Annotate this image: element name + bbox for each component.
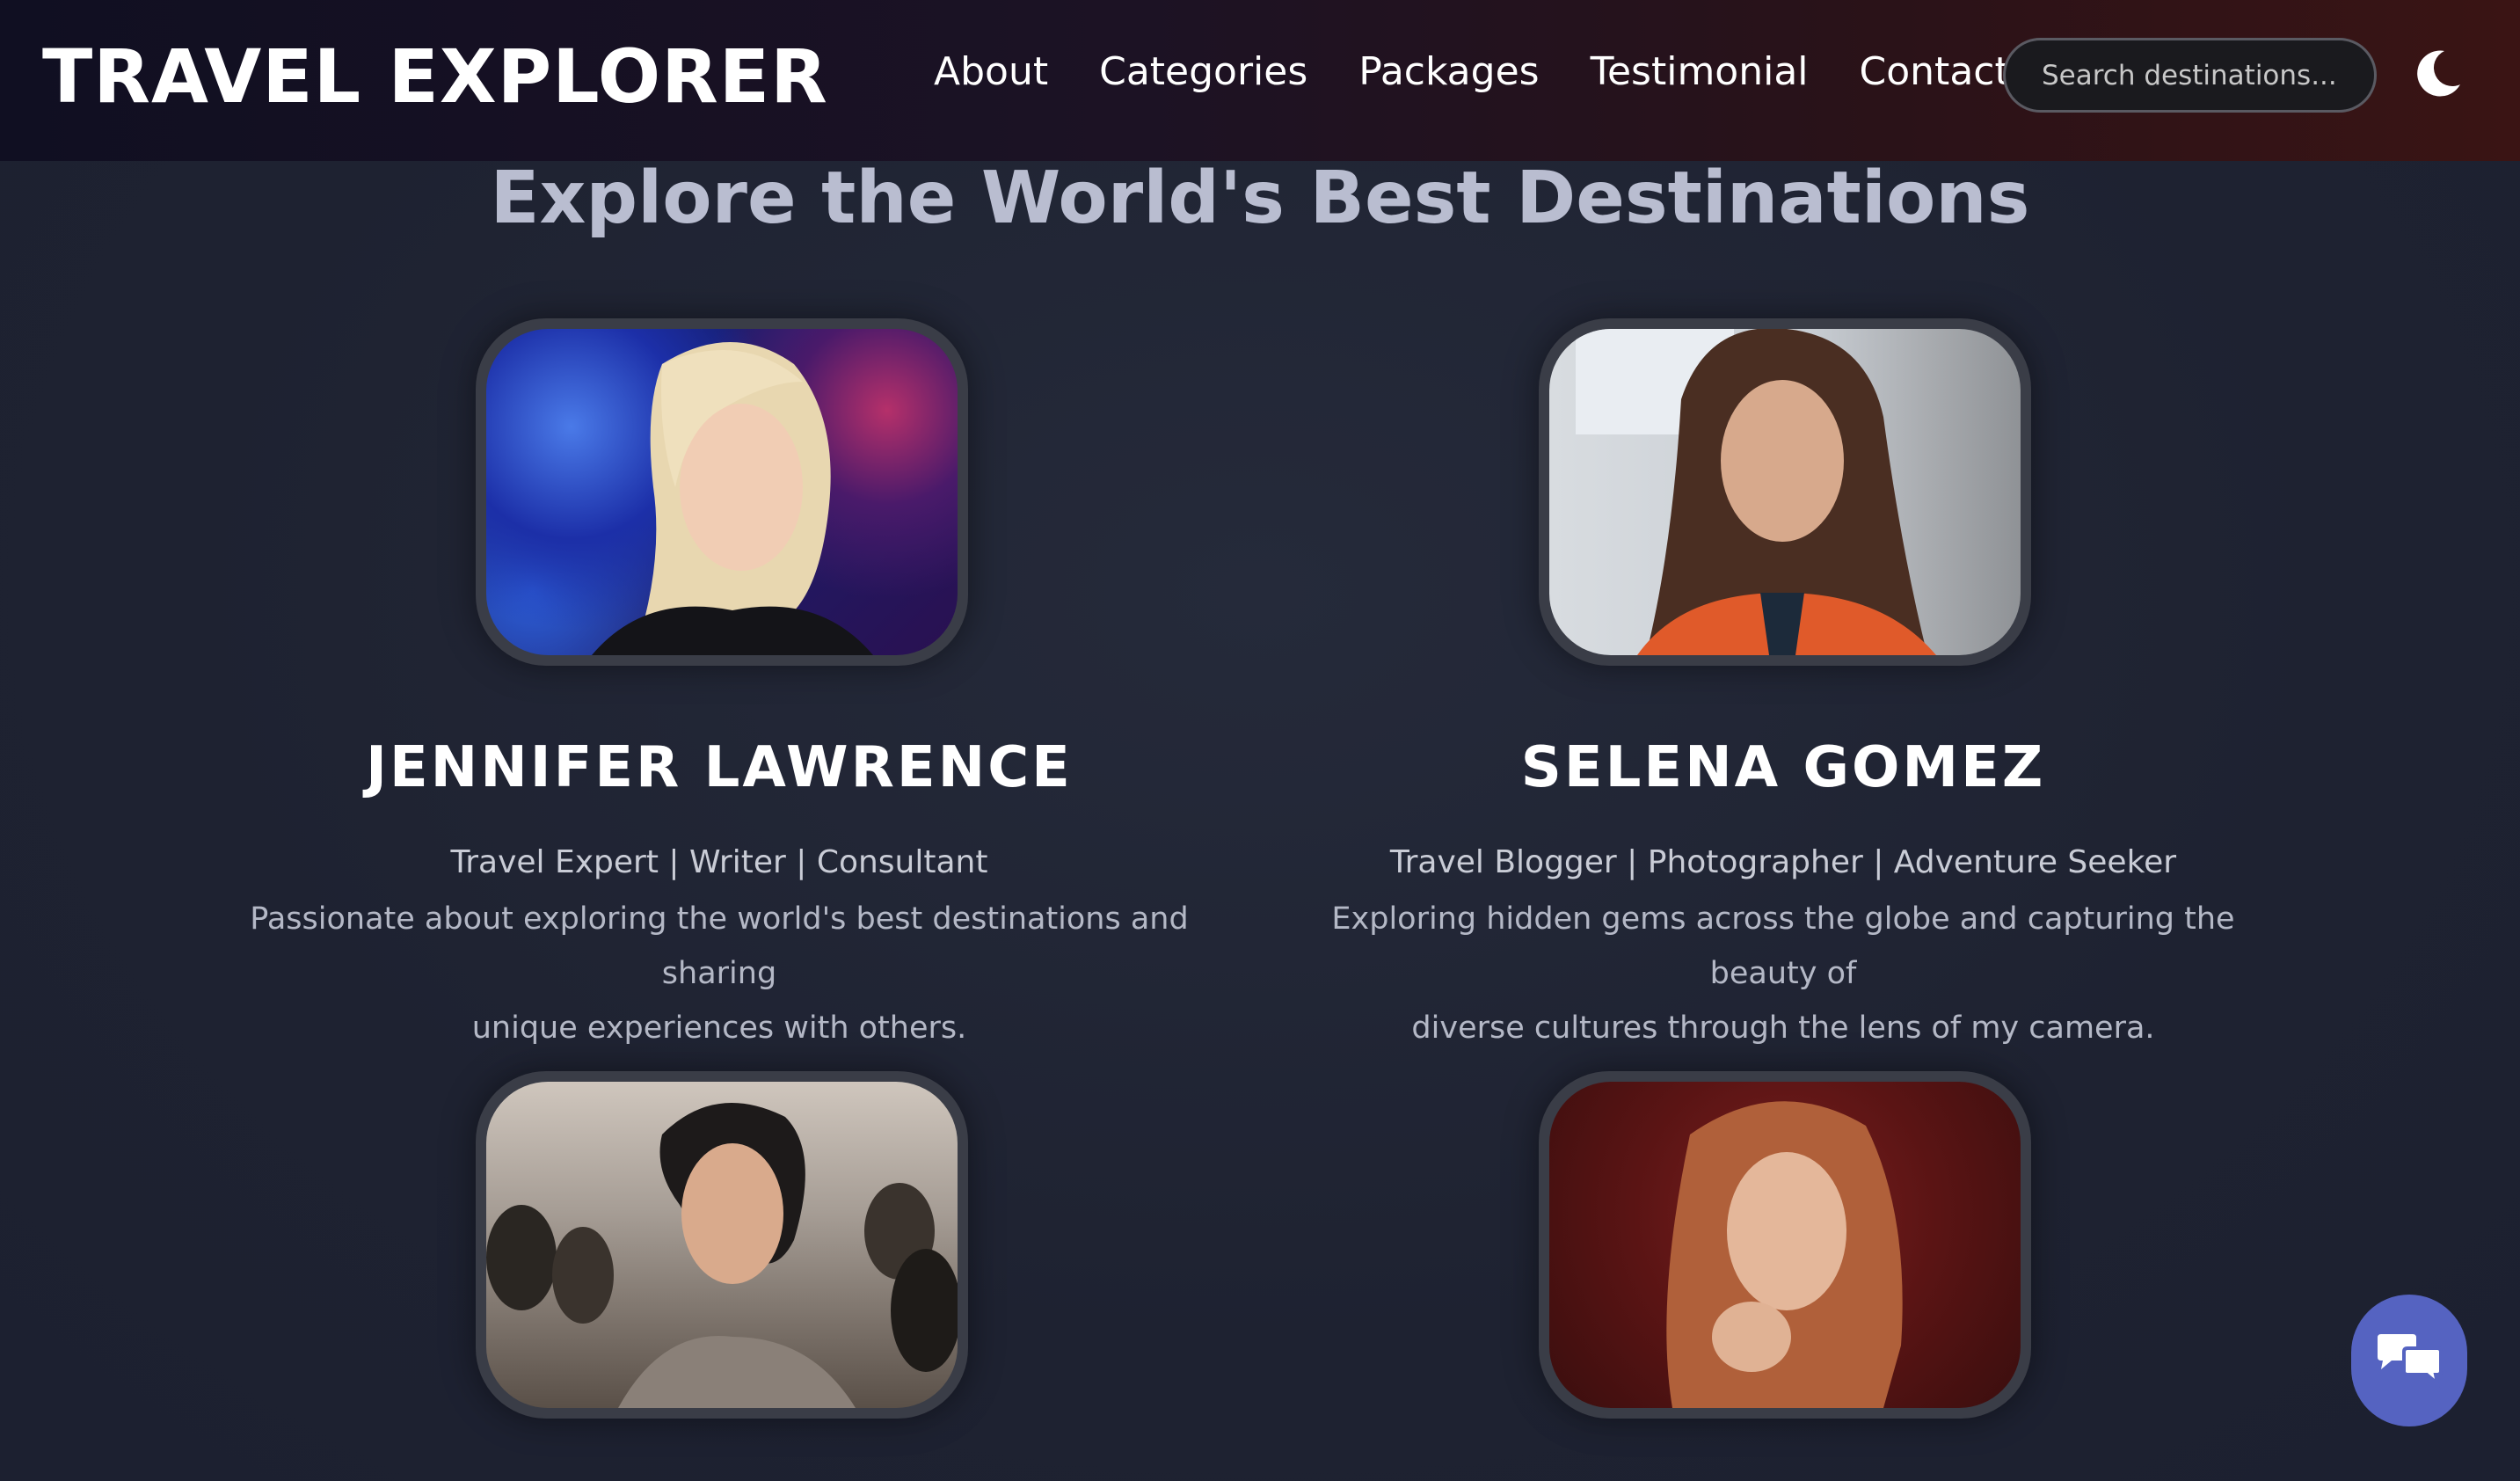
profile-name: SELENA GOMEZ [1520, 735, 2046, 800]
profile-bio-line: Exploring hidden gems across the globe a… [1331, 901, 2235, 991]
profile-bio: Passionate about exploring the world's b… [236, 892, 1203, 1055]
nav-testimonial[interactable]: Testimonial [1591, 49, 1809, 94]
profile-role: Travel Expert | Writer | Consultant [450, 844, 988, 880]
profile-photo-frame [476, 318, 968, 666]
profile-photo [1549, 329, 2021, 655]
profile-bio-line: Passionate about exploring the world's b… [250, 901, 1189, 991]
dark-mode-toggle[interactable] [2409, 46, 2465, 102]
profile-photo [486, 1082, 958, 1408]
nav-about[interactable]: About [934, 49, 1048, 94]
profile-photo [1549, 1082, 2021, 1408]
profile-bio-line: diverse cultures through the lens of my … [1411, 1010, 2155, 1046]
page-title: Explore the World's Best Destinations [490, 157, 2030, 240]
nav-packages[interactable]: Packages [1358, 49, 1539, 94]
moon-icon [2417, 50, 2460, 97]
search-input[interactable] [2042, 59, 2374, 91]
profile-bio: Exploring hidden gems across the globe a… [1300, 892, 2267, 1055]
top-navbar: TRAVEL EXPLORER About Categories Package… [0, 0, 2520, 161]
profile-bio-line: unique experiences with others. [471, 1010, 967, 1046]
site-logo[interactable]: TRAVEL EXPLORER [42, 33, 828, 120]
profile-photo-frame [1539, 1071, 2031, 1419]
nav-contact[interactable]: Contact [1860, 49, 2010, 94]
profile-photo-frame [476, 1071, 968, 1419]
main-nav: About Categories Packages Testimonial Co… [934, 49, 2061, 94]
profile-photo-frame [1539, 318, 2031, 666]
profile-role: Travel Blogger | Photographer | Adventur… [1389, 844, 2177, 880]
nav-categories[interactable]: Categories [1099, 49, 1307, 94]
profile-name: JENNIFER LAWRENCE [366, 735, 1073, 800]
profile-photo [486, 329, 958, 655]
search-box [2003, 38, 2377, 113]
chat-icon [2378, 1334, 2443, 1389]
chat-button[interactable] [2351, 1295, 2467, 1426]
